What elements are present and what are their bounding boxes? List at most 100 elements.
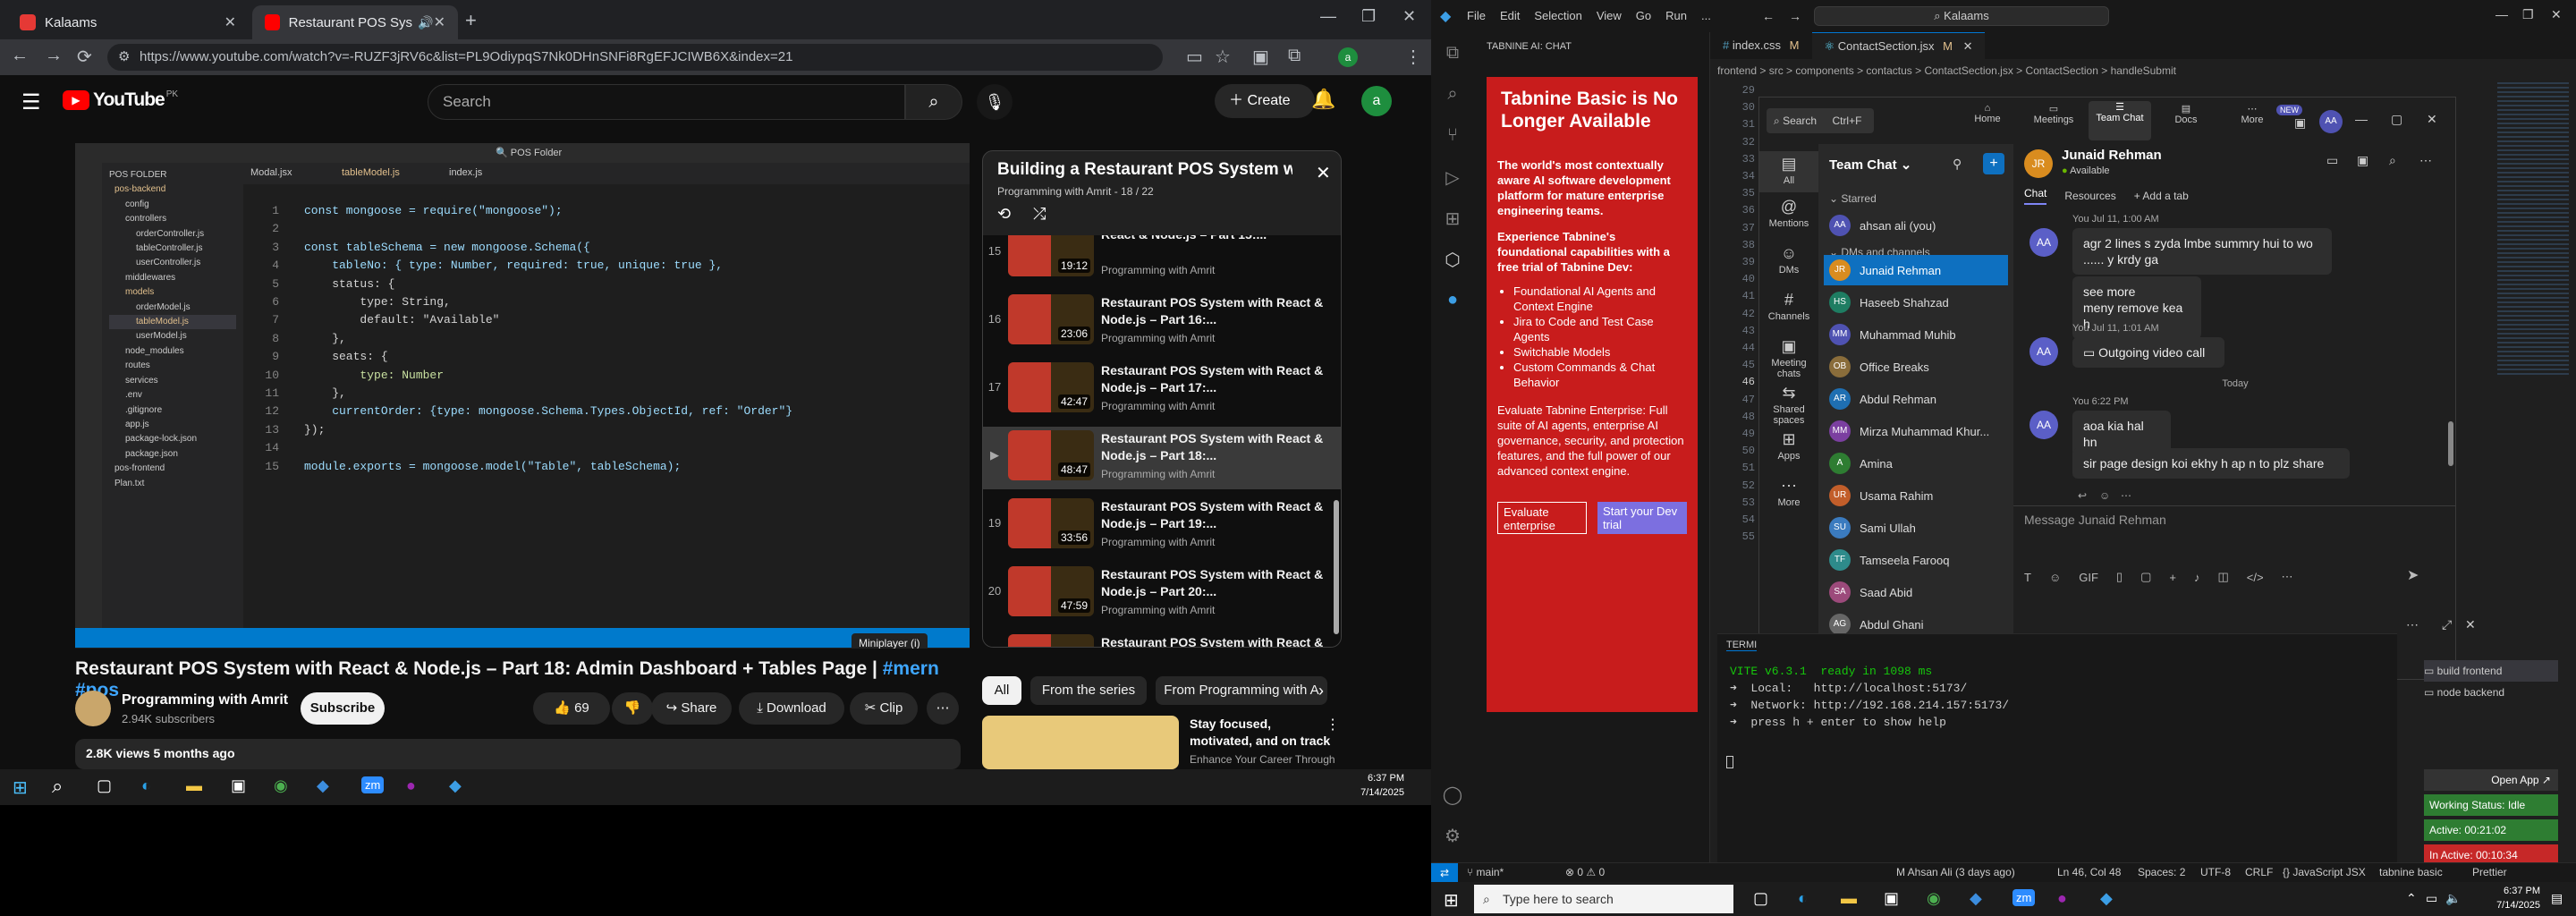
menu-item[interactable]: Edit [1500, 9, 1520, 22]
video-player[interactable]: 🔍 POS Folder POS FOLDER pos-backend config… [75, 143, 970, 649]
task-view-icon[interactable]: ▢ [1753, 889, 1768, 908]
playlist-item[interactable]: ▶ 48:47 Restaurant POS System with React &… [983, 427, 1341, 489]
forward-icon[interactable]: → [45, 46, 63, 66]
new-chat-plus-icon[interactable]: + [1983, 153, 2004, 174]
playlist-item[interactable]: 15 19:12 React & Node.js – Part 15:... Prog… [983, 235, 1341, 285]
encoding[interactable]: UTF-8 [2200, 866, 2231, 878]
terminal-instance[interactable]: ▭ node backend [2424, 682, 2558, 703]
rail-channels[interactable]: # Channels [1759, 291, 1818, 322]
tab-contactsection[interactable]: ⚛ ContactSection.jsx M ✕ [1811, 32, 1986, 59]
contact-item[interactable]: HS Haseeb Shahzad [1824, 287, 2008, 318]
tab-add[interactable]: + Add a tab [2134, 190, 2189, 202]
maximize-panel-icon[interactable]: ⤢ [2442, 617, 2452, 632]
playlist-thumbnail[interactable]: 19:12 [1008, 235, 1094, 276]
playlist-thumbnail[interactable]: 42:47 [1008, 362, 1094, 412]
download-button[interactable]: ⤓ Download [739, 692, 844, 725]
puzzle-icon[interactable]: ⧉ [1288, 46, 1301, 66]
filter-chip[interactable]: From the series [1030, 676, 1147, 705]
edge-icon[interactable]: ◐ [141, 776, 151, 795]
send-icon[interactable]: ➤ [2407, 566, 2419, 584]
close-icon[interactable]: ✕ [1316, 162, 1331, 184]
tab-kalaams[interactable]: Kalaams ✕ [7, 5, 249, 39]
remote-icon[interactable]: ⇄ [1431, 863, 1458, 883]
drop-icon[interactable]: ● [1442, 290, 1463, 311]
cast-icon[interactable]: ▭ [1186, 46, 1203, 68]
search-input[interactable]: Search [428, 84, 905, 120]
emoji-reaction-icon[interactable]: ☺ [2099, 489, 2110, 502]
attach-icon[interactable]: ▯ [2116, 570, 2123, 584]
playlist-thumbnail[interactable]: 47:59 [1008, 566, 1094, 616]
nav-more[interactable]: ⋯ More [2221, 103, 2284, 125]
contact-item[interactable]: SU Sami Ullah [1824, 513, 2008, 543]
notifications-bell-icon[interactable]: 🔔 [1311, 88, 1335, 111]
contact-item[interactable]: SA Saad Abid [1824, 577, 2008, 607]
playlist-thumbnail[interactable]: 23:06 [1008, 294, 1094, 344]
more-icon[interactable]: ⋯ [2121, 489, 2131, 502]
chrome-icon[interactable]: ◉ [274, 776, 288, 795]
account-icon[interactable]: ◯ [1442, 784, 1463, 805]
menu-item[interactable]: Go [1636, 9, 1651, 22]
github-icon[interactable]: ● [2057, 889, 2067, 908]
tabnine-icon[interactable]: ⬡ [1442, 249, 1463, 270]
menu-item[interactable]: ... [1701, 9, 1711, 22]
contact-item[interactable]: MM Muhammad Muhib [1824, 319, 2008, 350]
playlist-item[interactable]: 19 33:56 Restaurant POS System with React … [983, 495, 1341, 557]
nav-team-chat[interactable]: ☰ Team Chat [2089, 101, 2151, 140]
vscode-icon[interactable]: ◆ [449, 776, 462, 795]
playlist-item[interactable]: 17 42:47 Restaurant POS System with React … [983, 359, 1341, 421]
playlist-thumbnail[interactable]: 33:56 [1008, 498, 1094, 548]
site-info-icon[interactable]: ⚙ [118, 44, 130, 71]
close-icon[interactable]: ✕ [225, 13, 236, 31]
new-tab-icon[interactable]: + [465, 9, 477, 32]
message-bubble[interactable]: agr 2 lines s zyda lmbe summry hui to wo… [2072, 228, 2332, 275]
share-button[interactable]: ↪ Share [651, 692, 732, 725]
network-icon[interactable]: ▭ [2426, 891, 2437, 906]
terminal-instance[interactable]: ▭ build frontend [2424, 660, 2558, 682]
call-message[interactable]: ▭ Outgoing video call [2072, 337, 2224, 368]
tabnine-status[interactable]: tabnine basic [2379, 866, 2443, 878]
rail-shared-spaces[interactable]: ⇆ Shared spaces [1759, 384, 1818, 426]
vscode-alt-icon[interactable]: ◆ [317, 776, 329, 795]
plus-icon[interactable]: + [2169, 571, 2176, 584]
loop-component-icon[interactable]: ▢ [2140, 570, 2151, 584]
recommended-thumbnail[interactable] [982, 716, 1179, 769]
maximize-icon[interactable]: ❐ [2522, 7, 2534, 22]
voice-search-icon[interactable]: 🎙 [977, 84, 1013, 120]
youtube-logo[interactable]: ▶ YouTube PK [63, 89, 178, 111]
clip-button[interactable]: ✂ Clip [850, 692, 918, 725]
extension-icon[interactable]: ▣ [1252, 46, 1269, 68]
recommended-title[interactable]: Stay focused, motivated, and on track [1190, 716, 1333, 750]
zoom-icon[interactable]: zm [361, 776, 385, 793]
contact-self[interactable]: AA ahsan ali (you) [1824, 210, 2008, 241]
menu-dots-icon[interactable]: ⋮ [1404, 46, 1422, 68]
minimap[interactable] [2497, 82, 2569, 377]
tab-resources[interactable]: Resources [2064, 190, 2115, 202]
prettier-status[interactable]: Prettier [2472, 866, 2507, 878]
contact-item[interactable]: MM Mirza Muhammad Khur... [1824, 416, 2008, 446]
camera-icon[interactable]: ◫ [2217, 570, 2228, 584]
profile-avatar[interactable]: a [1338, 47, 1358, 67]
maximize-icon[interactable]: ❐ [1361, 7, 1376, 26]
vscode-icon[interactable]: ◆ [2100, 889, 2113, 908]
extensions-icon[interactable]: ⊞ [1442, 208, 1463, 229]
maximize-icon[interactable]: ▢ [2391, 112, 2402, 127]
message-compose-input[interactable]: Message Junaid Rehman [2024, 513, 2166, 527]
edge-icon[interactable]: ◐ [1798, 889, 1808, 908]
screen-share-icon[interactable]: ▣ [2357, 153, 2368, 168]
notifications-icon[interactable]: ▤ [2551, 891, 2563, 906]
filter-chip[interactable]: From Programming with A [1156, 676, 1327, 705]
git-blame[interactable]: M Ahsan Ali (3 days ago) [1896, 866, 2015, 878]
team-chat-title[interactable]: Team Chat ⌄ [1829, 157, 1911, 173]
rail-all[interactable]: ▤ All [1759, 151, 1818, 192]
playlist-item[interactable]: 217:06Restaurant POS System with React &… [983, 631, 1341, 647]
indentation[interactable]: Spaces: 2 [2138, 866, 2185, 878]
problems-count[interactable]: ⊗ 0 ⚠ 0 [1565, 866, 1605, 878]
nav-docs[interactable]: ▤ Docs [2155, 103, 2217, 125]
chat-scrollbar[interactable] [2448, 421, 2453, 466]
more-actions-button[interactable]: ⋯ [927, 692, 959, 725]
rail-apps[interactable]: ⊞ Apps [1759, 430, 1818, 462]
profile-avatar[interactable]: AA [2319, 110, 2343, 133]
contact-item[interactable]: JR Junaid Rehman [1824, 255, 2008, 285]
channel-name[interactable]: Programming with Amrit [122, 692, 288, 708]
subscribe-button[interactable]: Subscribe [301, 692, 385, 725]
